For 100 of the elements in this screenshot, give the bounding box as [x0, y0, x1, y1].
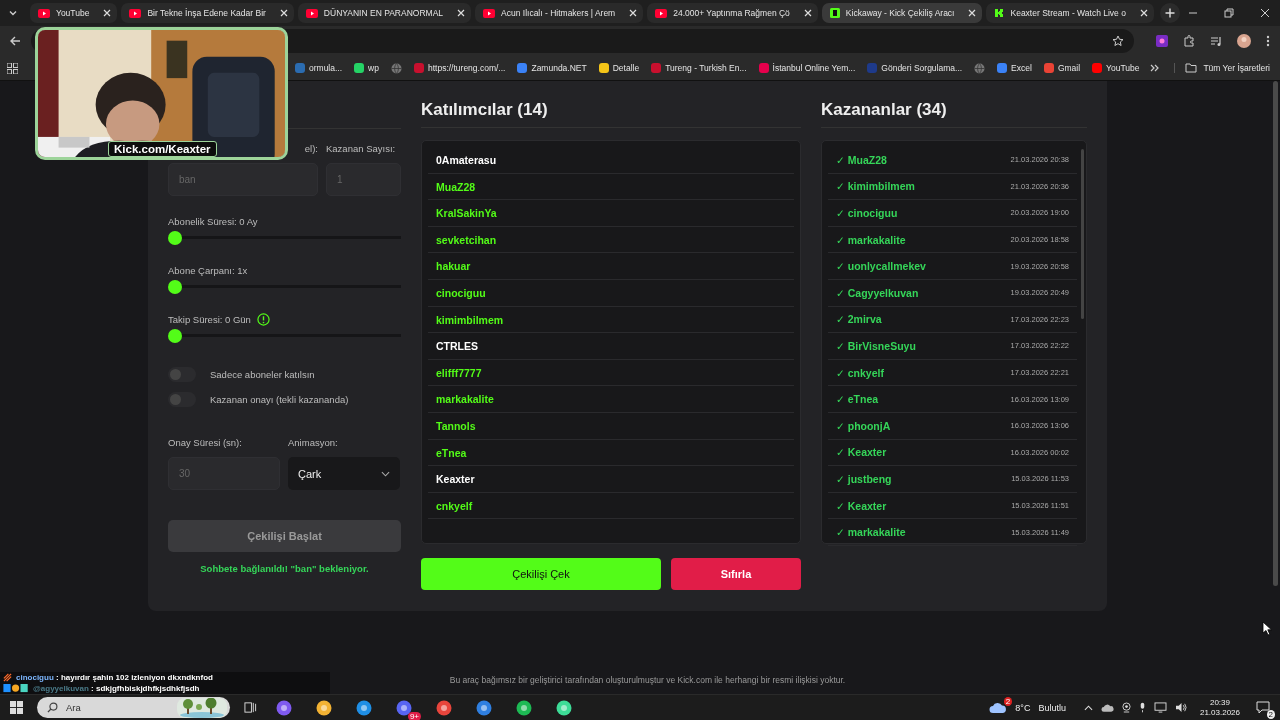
browser-tab[interactable]: 24.000+ Yaptınma Rağmen Çö	[647, 3, 818, 23]
new-tab-icon[interactable]	[1159, 3, 1180, 23]
star-icon[interactable]	[1112, 35, 1124, 47]
webcam-icon[interactable]	[1121, 702, 1131, 713]
back-icon[interactable]	[9, 35, 21, 47]
participant-name[interactable]: markakalite	[428, 386, 794, 413]
slider-label: Abone Çarpanı: 1x	[168, 265, 248, 276]
participant-name[interactable]: hakuar	[428, 253, 794, 280]
toggle-label: Kazanan onayı (tekli kazananda)	[210, 394, 349, 405]
play-icon	[38, 8, 50, 18]
puzzle-icon[interactable]	[1183, 35, 1195, 47]
weather-text[interactable]: Bulutlu	[1038, 702, 1066, 713]
close-icon[interactable]	[803, 9, 812, 17]
app-icon[interactable]	[476, 699, 492, 716]
chevron-down-icon[interactable]	[8, 8, 18, 18]
media-icon[interactable]	[1210, 35, 1222, 47]
extension-icon[interactable]	[1156, 35, 1168, 47]
participant-name[interactable]: cnkyelf	[428, 492, 794, 520]
app-icon[interactable]	[556, 699, 572, 716]
start-icon[interactable]	[10, 701, 23, 714]
bookmark[interactable]: Zamunda.NET	[517, 63, 587, 73]
participant-name[interactable]: KralSakinYa	[428, 200, 794, 227]
slider-thumb[interactable]	[168, 231, 182, 245]
microphone-icon[interactable]	[1138, 702, 1146, 713]
clock-time[interactable]: 20:39	[1209, 697, 1230, 708]
bookmark[interactable]: İstanbul Online Yem...	[758, 63, 856, 73]
app-icon[interactable]	[436, 699, 452, 716]
temperature[interactable]: 8°C	[1015, 702, 1031, 713]
close-icon[interactable]	[103, 9, 112, 17]
participant-name[interactable]: sevketcihan	[428, 226, 794, 254]
slider-thumb[interactable]	[168, 280, 182, 294]
bookmark[interactable]: Excel	[997, 63, 1032, 73]
globe-icon[interactable]	[974, 62, 986, 74]
taskbar-search-field[interactable]: Ara	[37, 697, 230, 718]
browser-tab[interactable]: Acun Ilıcalı - Hitmakers | Arem	[475, 3, 644, 23]
info-icon[interactable]	[256, 313, 270, 326]
close-icon[interactable]	[457, 9, 466, 17]
close-icon[interactable]	[279, 9, 288, 17]
browser-tab[interactable]: YouTube	[30, 3, 118, 23]
confirm-time-label: Onay Süresi (sn):	[168, 437, 243, 448]
start-giveaway-button[interactable]: Çekilişi Başlat	[168, 520, 401, 552]
animation-select[interactable]: Çark	[288, 457, 400, 490]
chevron-up-icon[interactable]	[1083, 704, 1093, 711]
slider-thumb[interactable]	[168, 329, 182, 343]
participant-name[interactable]: Keaxter	[428, 466, 794, 493]
app-icon[interactable]	[356, 699, 372, 716]
bookmark[interactable]: Gmail	[1043, 63, 1081, 73]
winner-name: ✓ uonlycallmekev	[836, 260, 926, 273]
more-icon[interactable]	[1266, 35, 1270, 47]
task-view-icon[interactable]	[244, 701, 257, 714]
confirm-time-field[interactable]: 30	[168, 457, 280, 490]
app-icon[interactable]	[316, 699, 332, 716]
play-icon	[129, 8, 142, 18]
close-icon[interactable]	[1139, 9, 1148, 17]
participant-name[interactable]: cinociguu	[428, 279, 794, 307]
slider-label: Abonelik Süresi: 0 Ay	[168, 216, 258, 227]
close-icon[interactable]	[629, 9, 638, 17]
participant-name[interactable]: eTnea	[428, 439, 794, 467]
bookmark[interactable]: wp	[354, 63, 379, 73]
network-icon[interactable]	[1153, 702, 1167, 713]
all-bookmarks[interactable]: Tüm Yer İşaretleri	[1174, 63, 1270, 73]
globe-icon[interactable]	[390, 62, 402, 74]
browser-tab[interactable]: DÜNYANIN EN PARANORMAL	[297, 3, 472, 23]
browser-tab[interactable]: Bir Tekne İnşa Edene Kadar Bir	[121, 3, 294, 23]
restore-icon[interactable]	[1224, 8, 1234, 18]
play-icon	[483, 8, 496, 18]
bookmark[interactable]: Tureng - Turkish En...	[651, 63, 747, 73]
browser-tab[interactable]: Keaxter Stream - Watch Live o	[986, 3, 1154, 23]
scrollbar[interactable]	[1273, 81, 1278, 586]
bookmark[interactable]: https://tureng.com/...	[413, 63, 506, 73]
close-icon[interactable]	[1260, 8, 1270, 18]
app-icon[interactable]	[276, 699, 292, 716]
toggle-switch[interactable]	[168, 367, 196, 382]
avatar-icon[interactable]	[1237, 34, 1251, 48]
cloud-icon[interactable]	[1100, 702, 1114, 713]
reset-button[interactable]: Sıfırla	[671, 558, 801, 590]
participant-name[interactable]: CTRLES	[428, 333, 794, 360]
browser-tab[interactable]: Kickaway - Kick Çekiliş Aracı	[821, 3, 983, 23]
clock-date[interactable]: 21.03.2026	[1199, 707, 1240, 718]
scrollbar[interactable]	[1081, 149, 1084, 319]
draw-button[interactable]: Çekilişi Çek	[421, 558, 661, 590]
bookmark[interactable]: YouTube	[1092, 63, 1140, 73]
bookmark[interactable]: Detalle	[598, 63, 640, 73]
bookmark[interactable]: ormula...	[295, 63, 343, 73]
app-icon[interactable]	[396, 699, 412, 716]
participant-name[interactable]: 0Amaterasu	[428, 147, 794, 174]
app-icon[interactable]	[516, 699, 532, 716]
participant-name[interactable]: Tannols	[428, 412, 794, 440]
close-icon[interactable]	[968, 9, 977, 17]
toggle-switch[interactable]	[168, 392, 196, 407]
apps-grid-icon[interactable]	[7, 62, 18, 74]
winner-name: ✓ BirVisneSuyu	[836, 339, 916, 352]
participant-name[interactable]: MuaZ28	[428, 173, 794, 201]
participant-name[interactable]: elifff7777	[428, 359, 794, 387]
disclaimer-text: Bu araç bağımsız bir geliştirici tarafından oluşturulmuştur ve Kick.com ile herhangi bir resmi ilişkisi yoktur.	[449, 675, 846, 685]
notification-icon[interactable]	[1256, 701, 1270, 714]
participant-name[interactable]: kimimbilmem	[428, 306, 794, 334]
bookmark[interactable]: Gönderi Sorgulama...	[867, 63, 963, 73]
more-bookmarks-icon[interactable]	[1150, 64, 1161, 72]
speaker-icon[interactable]	[1174, 702, 1188, 713]
